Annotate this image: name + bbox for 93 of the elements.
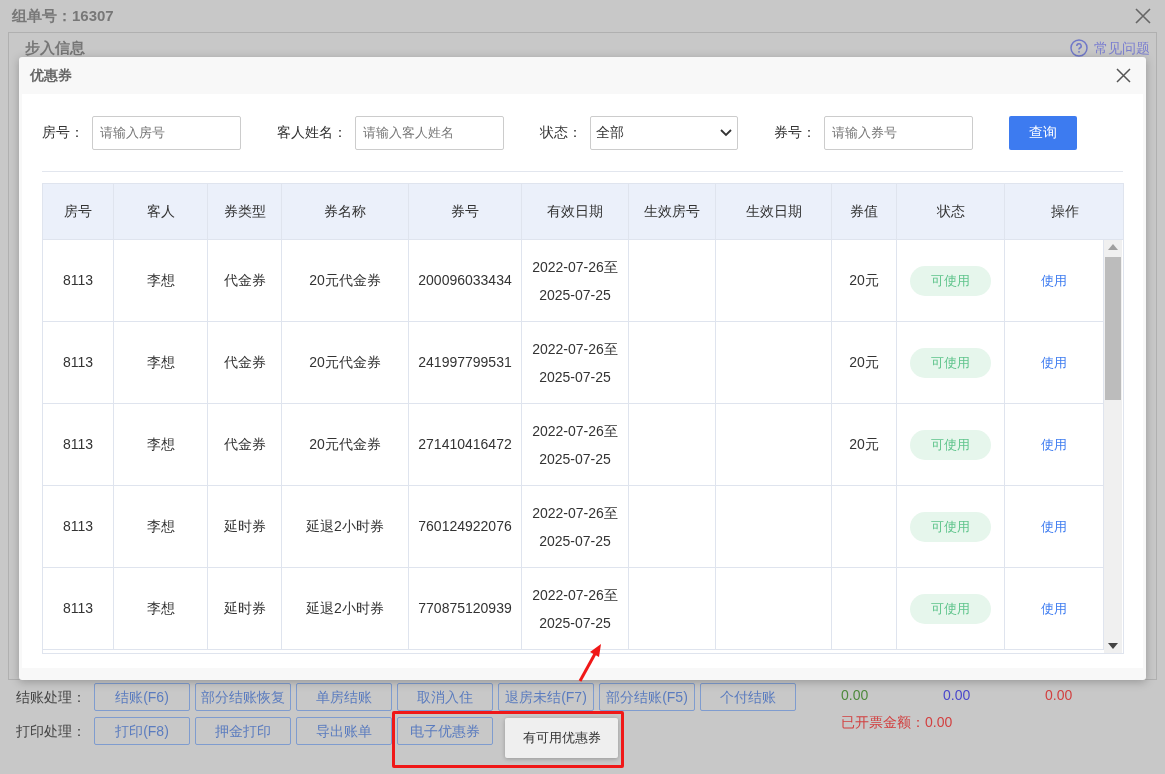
use-link[interactable]: 使用: [1041, 352, 1067, 373]
table-cell-text: 延退2小时券: [306, 599, 384, 618]
action-button[interactable]: 单房结账: [296, 683, 392, 711]
close-icon[interactable]: [1135, 8, 1151, 24]
status-badge: 可使用: [910, 347, 991, 378]
use-link[interactable]: 使用: [1041, 434, 1067, 455]
table-cell-text: 760124922076: [418, 517, 512, 536]
table-cell-text: 2022-07-26至 2025-07-25: [532, 257, 618, 305]
table-cell-text: 8113: [62, 353, 94, 372]
action-button[interactable]: 部分结账(F5): [599, 683, 695, 711]
action-button[interactable]: 部分结账恢复: [195, 683, 291, 711]
column-header: 有效日期: [522, 184, 629, 239]
status-badge: 可使用: [910, 593, 991, 624]
action-button[interactable]: 个付结账: [700, 683, 796, 711]
table-cell-text: 延退2小时券: [306, 517, 384, 536]
column-header: 生效日期: [716, 184, 832, 239]
table-cell-text: 200096033434: [418, 271, 512, 290]
column-header: 券类型: [208, 184, 282, 239]
table-cell-text: 2022-07-26至 2025-07-25: [532, 503, 618, 551]
table-cell-text: 8113: [62, 599, 94, 618]
table-cell-text: 271410416472: [418, 435, 512, 454]
search-button[interactable]: 查询: [1009, 115, 1077, 150]
table-cell-text: 20元代金券: [309, 435, 381, 454]
table-cell-text: 李想: [146, 353, 175, 372]
window-title: 组单号：16307: [12, 5, 114, 26]
column-header: 券号: [409, 184, 522, 239]
close-icon[interactable]: [1116, 68, 1131, 83]
filter-label: 客人姓名：: [277, 123, 347, 142]
column-header: 房号: [43, 184, 114, 239]
dialog-title: 优惠券: [30, 66, 72, 85]
table-cell-text: 代金券: [223, 435, 266, 454]
table-cell-text: 2022-07-26至 2025-07-25: [532, 421, 618, 469]
table-cell-text: 20元: [849, 271, 879, 290]
scroll-down-icon[interactable]: [1108, 643, 1118, 649]
table-cell-text: 770875120939: [418, 599, 512, 618]
status-badge: 可使用: [910, 511, 991, 542]
table-cell-text: 李想: [146, 271, 175, 290]
invoiced-amount: 已开票金额：0.00: [841, 713, 954, 732]
table-cell-text: 2022-07-26至 2025-07-25: [532, 585, 618, 633]
section-title: 步入信息: [25, 38, 85, 58]
tooltip: 有可用优惠券: [505, 718, 618, 758]
help-link[interactable]: 常见问题: [1094, 37, 1150, 59]
status-select[interactable]: 全部: [590, 115, 738, 150]
use-link[interactable]: 使用: [1041, 516, 1067, 537]
table-cell-text: 241997799531: [418, 353, 512, 372]
table-cell-text: 代金券: [223, 353, 266, 372]
action-button[interactable]: 导出账单: [296, 717, 392, 745]
use-link[interactable]: 使用: [1041, 598, 1067, 619]
action-button[interactable]: 退房未结(F7): [498, 683, 594, 711]
action-button[interactable]: 取消入住: [397, 683, 493, 711]
action-button[interactable]: 结账(F6): [94, 683, 190, 711]
help-icon[interactable]: [1070, 39, 1088, 58]
column-header: 券名称: [282, 184, 409, 239]
table-cell-text: 20元: [849, 435, 879, 454]
use-link[interactable]: 使用: [1041, 270, 1067, 291]
action-button[interactable]: 电子优惠券: [397, 717, 493, 745]
row-label: 打印处理：: [16, 721, 87, 741]
column-header: 券值: [832, 184, 897, 239]
filter-label: 券号：: [774, 123, 816, 142]
action-button[interactable]: 打印(F8): [94, 717, 190, 745]
annotation-arrow: [576, 643, 604, 683]
amount-value: 0.00: [841, 686, 870, 705]
chevron-icon: [720, 128, 732, 137]
table-cell-text: 李想: [146, 435, 175, 454]
input-field[interactable]: 请输入房号: [92, 115, 241, 150]
scrollbar[interactable]: [1104, 240, 1122, 653]
column-header: 生效房号: [629, 184, 716, 239]
status-badge: 可使用: [910, 265, 991, 296]
table-cell-text: 李想: [146, 599, 175, 618]
row-label: 结账处理：: [16, 687, 87, 707]
amount-value: 0.00: [943, 686, 972, 705]
table-cell-text: 8113: [62, 271, 94, 290]
table-cell-text: 延时券: [223, 599, 266, 618]
input-field[interactable]: 请输入券号: [824, 115, 973, 150]
table-cell-text: 20元: [849, 353, 879, 372]
table-cell-text: 20元代金券: [309, 353, 381, 372]
column-header: 操作: [1049, 202, 1080, 221]
table-cell-text: 8113: [62, 517, 94, 536]
table-cell-text: 20元代金券: [309, 271, 381, 290]
table-cell-text: 代金券: [223, 271, 266, 290]
status-badge: 可使用: [910, 429, 991, 460]
input-field[interactable]: 请输入客人姓名: [355, 115, 504, 150]
amount-value: 0.00: [1045, 686, 1074, 705]
scroll-up-icon[interactable]: [1108, 244, 1118, 250]
filter-label: 状态：: [540, 123, 582, 142]
table-cell-text: 李想: [146, 517, 175, 536]
action-button[interactable]: 押金打印: [195, 717, 291, 745]
table-cell-text: 8113: [62, 435, 94, 454]
table-cell-text: 2022-07-26至 2025-07-25: [532, 339, 618, 387]
column-header: 状态: [897, 184, 1005, 239]
table-cell-text: 延时券: [223, 517, 266, 536]
filter-label: 房号：: [42, 123, 84, 142]
column-header: 客人: [114, 184, 208, 239]
